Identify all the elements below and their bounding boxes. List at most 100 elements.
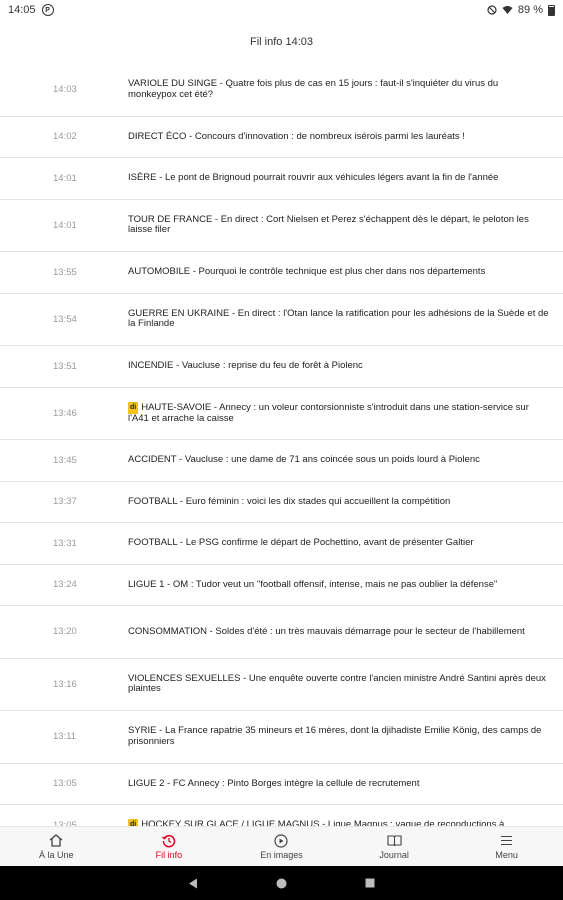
news-item-headline: ISÈRE - Le pont de Brignoud pourrait rou…	[128, 172, 549, 184]
news-item-time: 13:11	[53, 731, 77, 743]
status-left: 14:05 P	[8, 4, 54, 16]
local-edition-badge: di	[128, 819, 139, 826]
nav-item-label: Journal	[379, 849, 409, 860]
news-item-text: LIGUE 2 - FC Annecy : Pinto Borges intèg…	[128, 777, 420, 789]
news-item-time: 14:03	[53, 84, 77, 96]
news-item-time: 13:55	[53, 266, 77, 278]
news-item-time: 13:45	[53, 454, 77, 466]
news-item[interactable]: 13:05 di HOCKEY SUR GLACE / LIGUE MAGNUS -…	[0, 805, 563, 826]
news-item-time: 13:54	[53, 313, 77, 325]
news-item-text: GUERRE EN UKRAINE - En direct : l'Otan l…	[128, 307, 549, 330]
news-item-text: CONSOMMATION - Soldes d'été : un très ma…	[128, 625, 525, 637]
news-item-time: 13:37	[53, 496, 77, 508]
news-item-headline: DIRECT ÉCO - Concours d'innovation : de …	[128, 130, 549, 143]
hamburger-menu-icon	[499, 834, 515, 848]
status-time: 14:05	[8, 4, 36, 16]
news-item[interactable]: 14:02 DIRECT ÉCO - Concours d'innovation …	[0, 117, 563, 158]
news-item[interactable]: 13:46 di HAUTE-SAVOIE - Annecy : un voleur…	[0, 388, 563, 440]
news-item-text: FOOTBALL - Le PSG confirme le départ de …	[128, 537, 474, 548]
battery-percent: 89 %	[517, 4, 543, 16]
play-circle-icon	[273, 833, 289, 848]
news-item-headline: VARIOLE DU SINGE - Quatre fois plus de c…	[128, 79, 549, 100]
news-item[interactable]: 14:01 ISÈRE - Le pont de Brignoud pourrai…	[0, 158, 563, 200]
news-item-text: HAUTE-SAVOIE - Annecy : un voleur contor…	[128, 401, 529, 425]
news-item[interactable]: 13:54 GUERRE EN UKRAINE - En direct : l'O…	[0, 294, 563, 346]
news-item[interactable]: 13:31 FOOTBALL - Le PSG confirme le dépar…	[0, 523, 563, 565]
news-item-headline: TOUR DE FRANCE - En direct : Cort Nielse…	[128, 213, 549, 236]
status-right: 89 %	[487, 4, 555, 16]
news-item-text: VARIOLE DU SINGE - Quatre fois plus de c…	[128, 78, 499, 100]
news-item-text: INCENDIE - Vaucluse : reprise du feu de …	[128, 360, 363, 371]
recents-square-icon	[365, 878, 375, 888]
news-item[interactable]: 13:51 INCENDIE - Vaucluse : reprise du fe…	[0, 346, 563, 388]
home-circle-icon	[276, 878, 287, 888]
news-item-text: AUTOMOBILE - Pourquoi le contrôle techni…	[128, 266, 486, 277]
news-item-text: FOOTBALL - Euro féminin : voici les dix …	[128, 495, 451, 507]
home-button[interactable]	[276, 878, 287, 889]
news-item-headline: SYRIE - La France rapatrie 35 mineurs et…	[128, 726, 549, 747]
news-item[interactable]: 14:01 TOUR DE FRANCE - En direct : Cort N…	[0, 200, 563, 252]
news-item-headline: INCENDIE - Vaucluse : reprise du feu de …	[128, 360, 549, 372]
news-item-text: ISÈRE - Le pont de Brignoud pourrait rou…	[128, 172, 499, 183]
news-feed-list[interactable]: 14:03 VARIOLE DU SINGE - Quatre fois plus…	[0, 64, 563, 826]
recents-button[interactable]	[365, 878, 375, 888]
news-item-text: HOCKEY SUR GLACE / LIGUE MAGNUS - Ligue …	[141, 819, 505, 826]
news-item-headline: di HOCKEY SUR GLACE / LIGUE MAGNUS - Ligu…	[128, 819, 549, 826]
news-item-text: SYRIE - La France rapatrie 35 mineurs et…	[128, 725, 542, 747]
page-title: Fil info 14:03	[250, 36, 313, 48]
news-item-text: LIGUE 1 - OM : Tudor veut un "football o…	[128, 578, 498, 590]
news-item-time: 13:46	[53, 407, 77, 419]
news-item[interactable]: 13:16 VIOLENCES SEXUELLES - Une enquête o…	[0, 659, 563, 711]
parking-notification-icon: P	[41, 4, 54, 16]
news-item-time: 13:51	[53, 360, 77, 372]
news-item-headline: FOOTBALL - Le PSG confirme le départ de …	[128, 537, 549, 549]
news-item-time: 14:01	[53, 219, 77, 231]
news-item-headline: ACCIDENT - Vaucluse : une dame de 71 ans…	[128, 454, 549, 466]
newspaper-icon	[386, 834, 402, 848]
nav-item-newspaper[interactable]: Journal	[338, 827, 451, 866]
status-bar: 14:05 P 89 %	[0, 0, 563, 20]
news-item-time: 14:02	[53, 131, 77, 143]
news-item-time: 13:20	[53, 626, 77, 638]
page-header: Fil info 14:03	[0, 20, 563, 64]
news-item[interactable]: 14:03 VARIOLE DU SINGE - Quatre fois plus…	[0, 64, 563, 117]
back-button[interactable]	[188, 878, 198, 889]
nav-item-hamburger-menu[interactable]: Menu	[450, 827, 563, 866]
nav-item-label: Fil info	[155, 849, 183, 860]
news-item[interactable]: 13:37 FOOTBALL - Euro féminin : voici les…	[0, 482, 563, 523]
news-item-headline: VIOLENCES SEXUELLES - Une enquête ouvert…	[128, 672, 549, 695]
news-item-headline: LIGUE 2 - FC Annecy : Pinto Borges intèg…	[128, 777, 549, 790]
do-not-disturb-icon	[487, 5, 497, 15]
nav-item-label: Menu	[495, 849, 518, 860]
nav-item-clock-history[interactable]: Fil info	[113, 827, 226, 866]
news-item-time: 13:24	[53, 579, 77, 591]
news-item-headline: CONSOMMATION - Soldes d'été : un très ma…	[128, 625, 549, 638]
back-triangle-icon	[189, 878, 197, 888]
news-item-headline: di HAUTE-SAVOIE - Annecy : un voleur cont…	[128, 401, 549, 425]
clock-history-icon	[161, 834, 177, 848]
news-item-text: TOUR DE FRANCE - En direct : Cort Nielse…	[128, 213, 529, 236]
nav-item-play-circle[interactable]: En images	[225, 827, 338, 866]
system-navigation-bar	[0, 866, 563, 900]
news-item[interactable]: 13:05 LIGUE 2 - FC Annecy : Pinto Borges …	[0, 764, 563, 805]
news-item[interactable]: 13:11 SYRIE - La France rapatrie 35 mineu…	[0, 711, 563, 764]
news-item[interactable]: 13:55 AUTOMOBILE - Pourquoi le contrôle t…	[0, 252, 563, 294]
bottom-navigation: À la Une Fil info En images Journal Menu	[0, 826, 563, 866]
nav-item-home[interactable]: À la Une	[0, 827, 113, 866]
news-item-time: 13:05	[53, 778, 77, 790]
news-item-headline: GUERRE EN UKRAINE - En direct : l'Otan l…	[128, 307, 549, 330]
news-item-time: 14:01	[53, 172, 77, 184]
news-item-text: VIOLENCES SEXUELLES - Une enquête ouvert…	[128, 672, 546, 695]
battery-icon	[548, 4, 555, 16]
news-item-text: DIRECT ÉCO - Concours d'innovation : de …	[128, 130, 465, 142]
news-item-time: 13:31	[53, 537, 77, 549]
news-item-time: 13:16	[53, 678, 77, 690]
news-item-headline: AUTOMOBILE - Pourquoi le contrôle techni…	[128, 266, 549, 278]
nav-item-label: En images	[260, 849, 303, 860]
wifi-icon	[502, 5, 513, 15]
news-item-headline: LIGUE 1 - OM : Tudor veut un "football o…	[128, 578, 549, 591]
news-item[interactable]: 13:45 ACCIDENT - Vaucluse : une dame de 7…	[0, 440, 563, 482]
home-icon	[48, 834, 64, 848]
news-item[interactable]: 13:20 CONSOMMATION - Soldes d'été : un tr…	[0, 606, 563, 659]
news-item[interactable]: 13:24 LIGUE 1 - OM : Tudor veut un "footb…	[0, 565, 563, 606]
